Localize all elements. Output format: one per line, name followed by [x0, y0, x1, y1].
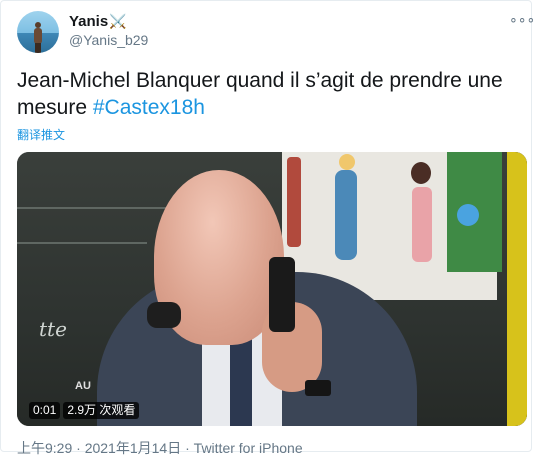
poster-figure: [287, 157, 301, 247]
translate-tweet-link[interactable]: 翻译推文: [17, 126, 65, 143]
avatar[interactable]: [17, 11, 59, 53]
phone: [269, 257, 295, 332]
tweet-text: Jean-Michel Blanquer quand il s’agit de …: [17, 67, 517, 121]
more-horizontal-icon: ∘∘∘: [509, 11, 534, 27]
tweet-time[interactable]: 上午9:29: [17, 440, 72, 456]
video-duration: 0:01: [29, 402, 61, 419]
video-player[interactable]: tte AU 0:01 2.9万 次观看: [17, 152, 527, 426]
hashtag-link[interactable]: #Castex18h: [93, 96, 205, 119]
headset: [147, 302, 181, 328]
tweet-date[interactable]: 2021年1月14日: [85, 440, 182, 456]
tweet-body-text: Jean-Michel Blanquer quand il s’agit de …: [17, 69, 503, 119]
board-line: [17, 207, 177, 209]
tweet-card: Yanis⚔️ @Yanis_b29 ∘∘∘ Jean-Michel Blanq…: [0, 0, 534, 456]
poster-figure-head: [339, 154, 355, 170]
avatar-person-legs: [35, 43, 41, 53]
watch: [305, 380, 331, 396]
tweet-source[interactable]: Twitter for iPhone: [194, 440, 303, 456]
display-name[interactable]: Yanis⚔️: [69, 13, 127, 30]
poster-figure: [335, 170, 357, 260]
display-name-text: Yanis: [69, 13, 109, 30]
crossed-swords-icon: ⚔️: [109, 13, 127, 29]
video-badges: 0:01 2.9万 次观看: [29, 402, 140, 419]
blue-circle: [457, 204, 479, 226]
yellow-strip: [507, 152, 527, 426]
chalk-writing: tte: [39, 317, 67, 341]
user-handle[interactable]: @Yanis_b29: [69, 32, 148, 48]
meta-separator: ·: [181, 440, 194, 456]
poster-figure: [412, 187, 432, 262]
poster-figure-head: [411, 162, 431, 184]
video-frame: tte AU: [17, 152, 527, 426]
man-tie: [230, 337, 252, 426]
view-count: 2.9万 次观看: [63, 402, 140, 419]
overlay-logo-text: AU: [75, 380, 91, 392]
meta-separator: ·: [72, 440, 85, 456]
tweet-metadata: 上午9:29 · 2021年1月14日 · Twitter for iPhone: [17, 438, 303, 458]
more-options-button[interactable]: ∘∘∘: [509, 11, 534, 28]
avatar-person-body: [34, 28, 42, 44]
board-line: [17, 242, 147, 244]
